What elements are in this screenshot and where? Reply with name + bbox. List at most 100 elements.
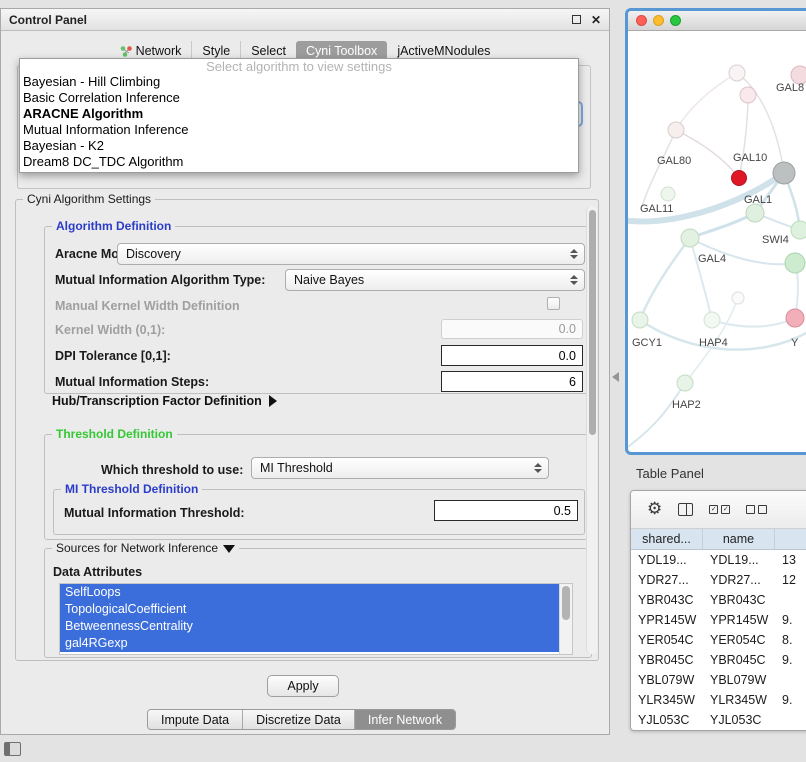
node-label: GAL4 (698, 253, 726, 265)
columns-icon[interactable] (678, 503, 693, 516)
network-node[interactable] (746, 204, 764, 222)
network-edge[interactable] (712, 318, 795, 327)
select-all-checks-icon[interactable] (709, 505, 730, 514)
close-traffic-light-icon[interactable] (636, 15, 647, 26)
network-node[interactable] (740, 87, 756, 103)
mi-steps-input[interactable] (441, 371, 583, 392)
network-node[interactable] (786, 309, 804, 327)
kernel-width-input[interactable] (441, 319, 583, 339)
network-edge[interactable] (676, 130, 739, 178)
hub-definition-section[interactable]: Hub/Transcription Factor Definition (52, 394, 277, 408)
data-attribute-item[interactable]: gal4RGexp (60, 635, 559, 652)
float-window-icon[interactable] (572, 15, 581, 24)
table-cell: YDR27... (703, 570, 775, 590)
network-node[interactable] (732, 171, 747, 186)
network-canvas-container[interactable]: GAL8GAL80GAL10GAL11GAL1SWI4GAL4GCY1HAP4Y… (628, 31, 806, 455)
network-node[interactable] (681, 229, 699, 247)
table-row[interactable]: YBL079WYBL079W (631, 670, 806, 690)
network-node[interactable] (732, 292, 744, 304)
algorithm-option[interactable]: ARACNE Algorithm (20, 106, 578, 122)
network-edge[interactable] (628, 383, 685, 451)
mi-threshold-input[interactable] (434, 500, 578, 521)
close-icon[interactable] (591, 11, 601, 29)
column-header[interactable]: shared... (631, 529, 703, 549)
which-threshold-select[interactable]: MI Threshold (251, 457, 549, 479)
desktop: Control Panel NetworkStyleSelectCyni Too… (0, 0, 806, 762)
sources-group-title[interactable]: Sources for Network Inference (52, 541, 239, 555)
network-canvas[interactable]: GAL8GAL80GAL10GAL11GAL1SWI4GAL4GCY1HAP4Y… (628, 31, 806, 455)
algorithm-option[interactable]: Dream8 DC_TDC Algorithm (20, 154, 578, 170)
table-cell: 12 (775, 570, 806, 590)
which-threshold-label: Which threshold to use: (101, 463, 243, 477)
control-panel-titlebar[interactable]: Control Panel (1, 9, 609, 31)
table-row[interactable]: YDR27...YDR27...12 (631, 570, 806, 590)
mi-type-select[interactable]: Naive Bayes (285, 269, 585, 291)
table-cell: YBL079W (703, 670, 775, 690)
table-row[interactable]: YBR045CYBR045C9. (631, 650, 806, 670)
algorithm-option[interactable]: Bayesian - K2 (20, 138, 578, 154)
minimize-traffic-light-icon[interactable] (653, 15, 664, 26)
network-node[interactable] (791, 221, 806, 239)
table-row[interactable]: YLR345WYLR345W9. (631, 690, 806, 710)
bottom-tab-discretize-data[interactable]: Discretize Data (242, 710, 354, 729)
dock-panel-icon[interactable] (4, 742, 21, 756)
network-node[interactable] (773, 162, 795, 184)
data-attribute-item[interactable]: SelfLoops (60, 584, 559, 601)
attribute-list-scrollbar[interactable] (559, 584, 572, 654)
network-node[interactable] (661, 187, 675, 201)
table-cell: YJL053C (703, 710, 775, 730)
manual-kernel-label: Manual Kernel Width Definition (55, 299, 240, 313)
data-attribute-item[interactable]: BetweennessCentrality (60, 618, 559, 635)
table-row[interactable]: YPR145WYPR145W9. (631, 610, 806, 630)
network-edge[interactable] (739, 95, 748, 178)
network-edge[interactable] (690, 213, 755, 238)
data-attributes-list[interactable]: SelfLoopsTopologicalCoefficientBetweenne… (59, 583, 573, 655)
expand-arrow-icon[interactable] (269, 395, 277, 407)
apply-button[interactable]: Apply (267, 675, 339, 697)
bottom-tab-infer-network[interactable]: Infer Network (354, 710, 455, 729)
network-edge[interactable] (640, 238, 690, 320)
table-row[interactable]: YBR043CYBR043C (631, 590, 806, 610)
deselect-all-checks-icon[interactable] (746, 505, 767, 514)
network-edge[interactable] (690, 238, 712, 320)
network-node[interactable] (677, 375, 693, 391)
network-view-window: GAL8GAL80GAL10GAL11GAL1SWI4GAL4GCY1HAP4Y… (625, 8, 806, 455)
gear-icon[interactable] (647, 500, 662, 519)
network-node[interactable] (704, 312, 720, 328)
manual-kernel-checkbox[interactable] (547, 297, 560, 310)
algorithm-option[interactable]: Basic Correlation Inference (20, 90, 578, 106)
data-attribute-item[interactable]: TopologicalCoefficient (60, 601, 559, 618)
checked-box-icon (721, 505, 730, 514)
column-header[interactable]: name (703, 529, 775, 549)
column-header[interactable] (775, 529, 806, 549)
table-cell (775, 670, 806, 690)
threshold-definition-group: Threshold Definition Which threshold to … (44, 434, 592, 540)
bottom-tab-impute-data[interactable]: Impute Data (148, 710, 242, 729)
algorithm-option-list: Bayesian - Hill ClimbingBasic Correlatio… (20, 74, 578, 170)
table-cell: YBR043C (703, 590, 775, 610)
network-node[interactable] (668, 122, 684, 138)
control-panel-window: Control Panel NetworkStyleSelectCyni Too… (0, 8, 610, 735)
algorithm-option[interactable]: Bayesian - Hill Climbing (20, 74, 578, 90)
table-cell: YBL079W (631, 670, 703, 690)
scrollbar-thumb[interactable] (562, 586, 570, 620)
collapse-arrow-icon[interactable] (223, 545, 235, 553)
table-row[interactable]: YJL053CYJL053C (631, 710, 806, 730)
scrollbar-thumb[interactable] (589, 210, 596, 435)
table-cell (775, 710, 806, 730)
network-node[interactable] (632, 312, 648, 328)
settings-scrollbar[interactable] (586, 206, 597, 654)
panel-splitter-arrow[interactable] (612, 372, 619, 382)
network-window-titlebar[interactable] (628, 11, 806, 31)
table-cell: YDL19... (703, 550, 775, 570)
network-node[interactable] (785, 253, 805, 273)
network-node[interactable] (729, 65, 745, 81)
zoom-traffic-light-icon[interactable] (670, 15, 681, 26)
table-row[interactable]: YER054CYER054C8. (631, 630, 806, 650)
table-row[interactable]: YDL19...YDL19...13 (631, 550, 806, 570)
aracne-mode-select[interactable]: Discovery (117, 243, 585, 265)
dpi-tolerance-input[interactable] (441, 345, 583, 366)
algorithm-option[interactable]: Mutual Information Inference (20, 122, 578, 138)
network-edge[interactable] (676, 73, 737, 130)
mi-threshold-group: MI Threshold Definition Mutual Informati… (53, 489, 585, 535)
